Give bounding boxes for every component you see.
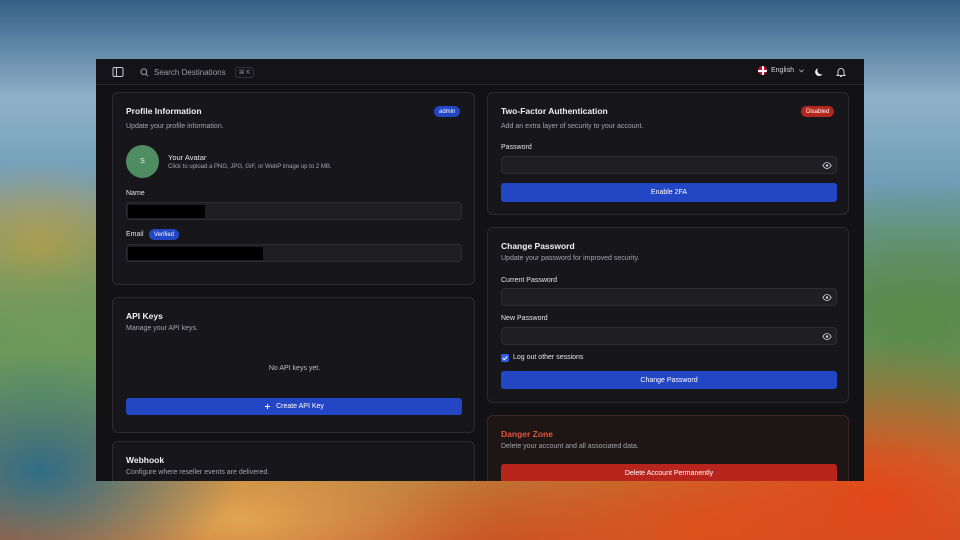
sidebar-toggle-icon[interactable]: [112, 66, 124, 78]
search-placeholder: Search Destinations: [154, 67, 226, 77]
avatar-title: Your Avatar: [168, 153, 207, 162]
webhook-description: Configure where reseller events are deli…: [126, 469, 270, 476]
danger-zone-description: Delete your account and all associated d…: [501, 443, 639, 450]
role-badge: admin: [434, 106, 461, 117]
eye-icon[interactable]: [822, 161, 832, 170]
language-selector[interactable]: English: [758, 66, 805, 75]
change-password-title: Change Password: [501, 241, 575, 251]
name-input[interactable]: [126, 202, 462, 220]
moon-icon[interactable]: [814, 66, 826, 78]
bell-icon[interactable]: [835, 66, 847, 78]
search-shortcut: ⌘ K: [234, 66, 255, 78]
delete-account-button[interactable]: Delete Account Permanently: [501, 464, 837, 481]
webhook-card: Webhook Configure where reseller events …: [112, 441, 475, 481]
enable-2fa-button[interactable]: Enable 2FA: [501, 183, 837, 202]
two-factor-password-label: Password: [501, 144, 532, 151]
search-icon: [140, 67, 149, 76]
avatar-hint: Click to upload a PNG, JPG, GIF, or WebP…: [168, 164, 332, 170]
two-factor-status-badge: Disabled: [801, 106, 835, 117]
email-label: Email: [126, 231, 144, 238]
change-password-description: Update your password for improved securi…: [501, 255, 640, 262]
webhook-title: Webhook: [126, 455, 165, 465]
two-factor-description: Add an extra layer of security to your a…: [501, 123, 644, 130]
redacted-email: [128, 247, 263, 260]
new-password-input[interactable]: [501, 327, 837, 345]
plus-icon: [264, 403, 271, 410]
api-keys-card: API Keys Manage your API keys. No API ke…: [112, 297, 475, 433]
chevron-down-icon: [798, 69, 804, 73]
redacted-name: [128, 205, 205, 218]
api-keys-title: API Keys: [126, 311, 163, 321]
profile-card: Profile Information admin Update your pr…: [112, 92, 475, 285]
avatar[interactable]: S: [126, 145, 159, 178]
profile-title: Profile Information: [126, 106, 202, 116]
logout-sessions-checkbox[interactable]: [501, 354, 509, 362]
app-window: Search Destinations ⌘ K English Profile …: [96, 59, 864, 481]
eye-icon[interactable]: [822, 293, 832, 302]
uk-flag-icon: [758, 66, 767, 75]
profile-description: Update your profile information.: [126, 123, 224, 130]
current-password-label: Current Password: [501, 277, 558, 284]
email-input[interactable]: [126, 244, 462, 262]
top-bar: Search Destinations ⌘ K English: [96, 59, 864, 85]
logout-sessions-label: Log out other sessions: [513, 354, 584, 361]
two-factor-title: Two-Factor Authentication: [501, 106, 608, 116]
check-icon: [502, 356, 508, 361]
new-password-label: New Password: [501, 315, 548, 322]
danger-zone-title: Danger Zone: [501, 429, 553, 439]
language-label: English: [771, 67, 794, 74]
api-keys-description: Manage your API keys.: [126, 325, 198, 332]
eye-icon[interactable]: [822, 332, 832, 341]
change-password-card: Change Password Update your password for…: [487, 227, 849, 403]
current-password-input[interactable]: [501, 288, 837, 306]
api-keys-empty-text: No API keys yet.: [268, 365, 321, 372]
danger-zone-card: Danger Zone Delete your account and all …: [487, 415, 849, 481]
two-factor-password-input[interactable]: [501, 156, 837, 174]
verified-badge: Verified: [149, 229, 180, 240]
create-api-key-label: Create API Key: [276, 403, 324, 410]
create-api-key-button[interactable]: Create API Key: [126, 398, 462, 415]
change-password-button[interactable]: Change Password: [501, 371, 837, 389]
search-bar[interactable]: Search Destinations ⌘ K: [140, 64, 255, 80]
two-factor-card: Two-Factor Authentication Disabled Add a…: [487, 92, 849, 215]
name-label: Name: [126, 190, 145, 197]
